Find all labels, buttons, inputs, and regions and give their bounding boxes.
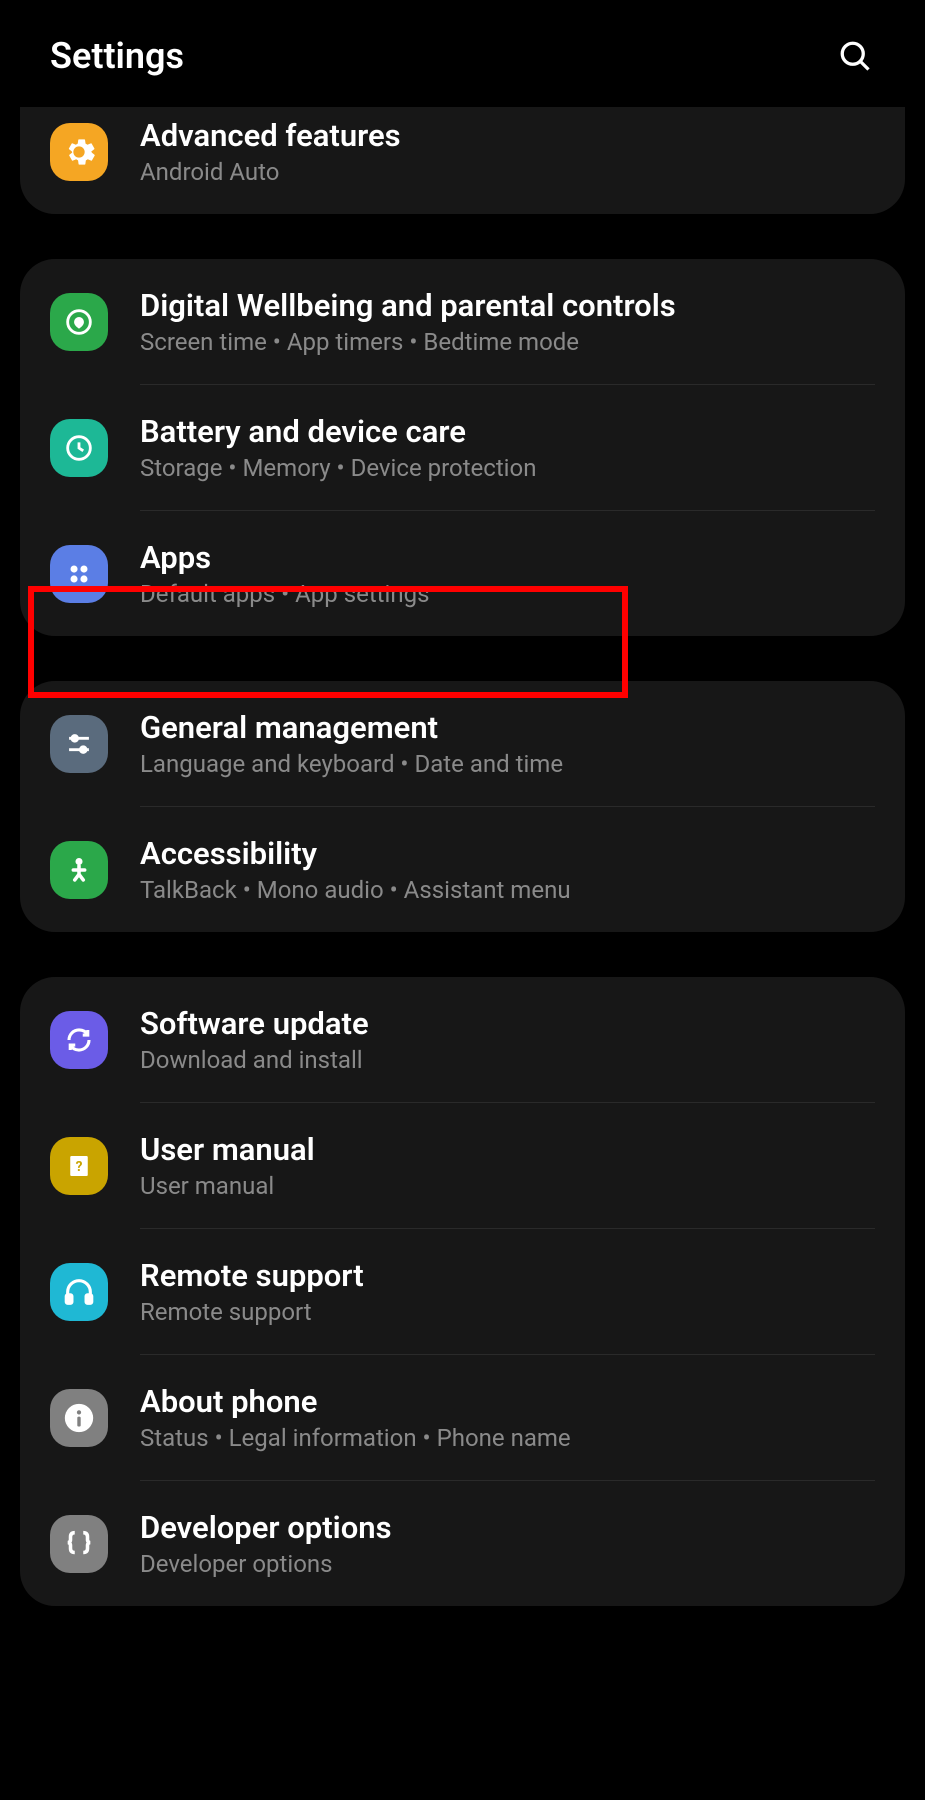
item-title: Battery and device care bbox=[140, 413, 875, 450]
item-subtitle: User manual bbox=[140, 1172, 875, 1200]
item-text: General management Language and keyboard … bbox=[140, 709, 875, 778]
braces-icon bbox=[50, 1515, 108, 1573]
item-text: Digital Wellbeing and parental controls S… bbox=[140, 287, 875, 356]
item-title: User manual bbox=[140, 1131, 875, 1168]
item-text: User manual User manual bbox=[140, 1131, 875, 1200]
settings-item-developer-options[interactable]: Developer options Developer options bbox=[20, 1481, 905, 1606]
item-subtitle: Language and keyboard • Date and time bbox=[140, 750, 875, 778]
item-title: General management bbox=[140, 709, 875, 746]
item-subtitle: Default apps • App settings bbox=[140, 580, 875, 608]
item-subtitle: Status • Legal information • Phone name bbox=[140, 1424, 875, 1452]
search-button[interactable] bbox=[835, 36, 875, 76]
item-title: Software update bbox=[140, 1005, 875, 1042]
item-text: Battery and device care Storage • Memory … bbox=[140, 413, 875, 482]
item-subtitle: Remote support bbox=[140, 1298, 875, 1326]
page-title: Settings bbox=[50, 35, 184, 77]
item-text: Accessibility TalkBack • Mono audio • Ass… bbox=[140, 835, 875, 904]
item-text: Advanced features Android Auto bbox=[140, 117, 875, 186]
item-subtitle: Screen time • App timers • Bedtime mode bbox=[140, 328, 875, 356]
settings-group: Software update Download and install? User… bbox=[20, 977, 905, 1606]
item-subtitle: Storage • Memory • Device protection bbox=[140, 454, 875, 482]
settings-group: General management Language and keyboard … bbox=[20, 681, 905, 932]
item-title: Accessibility bbox=[140, 835, 875, 872]
sliders-icon bbox=[50, 715, 108, 773]
item-title: Remote support bbox=[140, 1257, 875, 1294]
settings-group: Digital Wellbeing and parental controls S… bbox=[20, 259, 905, 636]
settings-item-software-update[interactable]: Software update Download and install bbox=[20, 977, 905, 1102]
settings-item-battery-device-care[interactable]: Battery and device care Storage • Memory … bbox=[20, 385, 905, 510]
settings-item-advanced-features[interactable]: Advanced features Android Auto bbox=[20, 107, 905, 214]
settings-item-apps[interactable]: Apps Default apps • App settings bbox=[20, 511, 905, 636]
headphones-icon bbox=[50, 1263, 108, 1321]
settings-item-user-manual[interactable]: ? User manual User manual bbox=[20, 1103, 905, 1228]
apps-icon bbox=[50, 545, 108, 603]
item-title: Advanced features bbox=[140, 117, 875, 154]
item-title: Apps bbox=[140, 539, 875, 576]
item-title: About phone bbox=[140, 1383, 875, 1420]
item-text: About phone Status • Legal information • … bbox=[140, 1383, 875, 1452]
settings-item-general-management[interactable]: General management Language and keyboard … bbox=[20, 681, 905, 806]
care-icon bbox=[50, 419, 108, 477]
item-subtitle: TalkBack • Mono audio • Assistant menu bbox=[140, 876, 875, 904]
svg-text:?: ? bbox=[76, 1159, 83, 1175]
settings-item-digital-wellbeing[interactable]: Digital Wellbeing and parental controls S… bbox=[20, 259, 905, 384]
item-subtitle: Download and install bbox=[140, 1046, 875, 1074]
item-text: Apps Default apps • App settings bbox=[140, 539, 875, 608]
person-icon bbox=[50, 841, 108, 899]
settings-group: Advanced features Android Auto bbox=[20, 107, 905, 214]
item-text: Remote support Remote support bbox=[140, 1257, 875, 1326]
settings-item-accessibility[interactable]: Accessibility TalkBack • Mono audio • Ass… bbox=[20, 807, 905, 932]
item-text: Software update Download and install bbox=[140, 1005, 875, 1074]
settings-item-about-phone[interactable]: About phone Status • Legal information • … bbox=[20, 1355, 905, 1480]
book-icon: ? bbox=[50, 1137, 108, 1195]
item-title: Digital Wellbeing and parental controls bbox=[140, 287, 875, 324]
item-text: Developer options Developer options bbox=[140, 1509, 875, 1578]
search-icon bbox=[837, 38, 873, 74]
info-icon bbox=[50, 1389, 108, 1447]
settings-item-remote-support[interactable]: Remote support Remote support bbox=[20, 1229, 905, 1354]
gear-icon bbox=[50, 123, 108, 181]
header: Settings bbox=[0, 0, 925, 107]
wellbeing-icon bbox=[50, 293, 108, 351]
update-icon bbox=[50, 1011, 108, 1069]
item-title: Developer options bbox=[140, 1509, 875, 1546]
settings-list: Advanced features Android Auto Digital Wel… bbox=[0, 107, 925, 1606]
item-subtitle: Android Auto bbox=[140, 158, 875, 186]
item-subtitle: Developer options bbox=[140, 1550, 875, 1578]
